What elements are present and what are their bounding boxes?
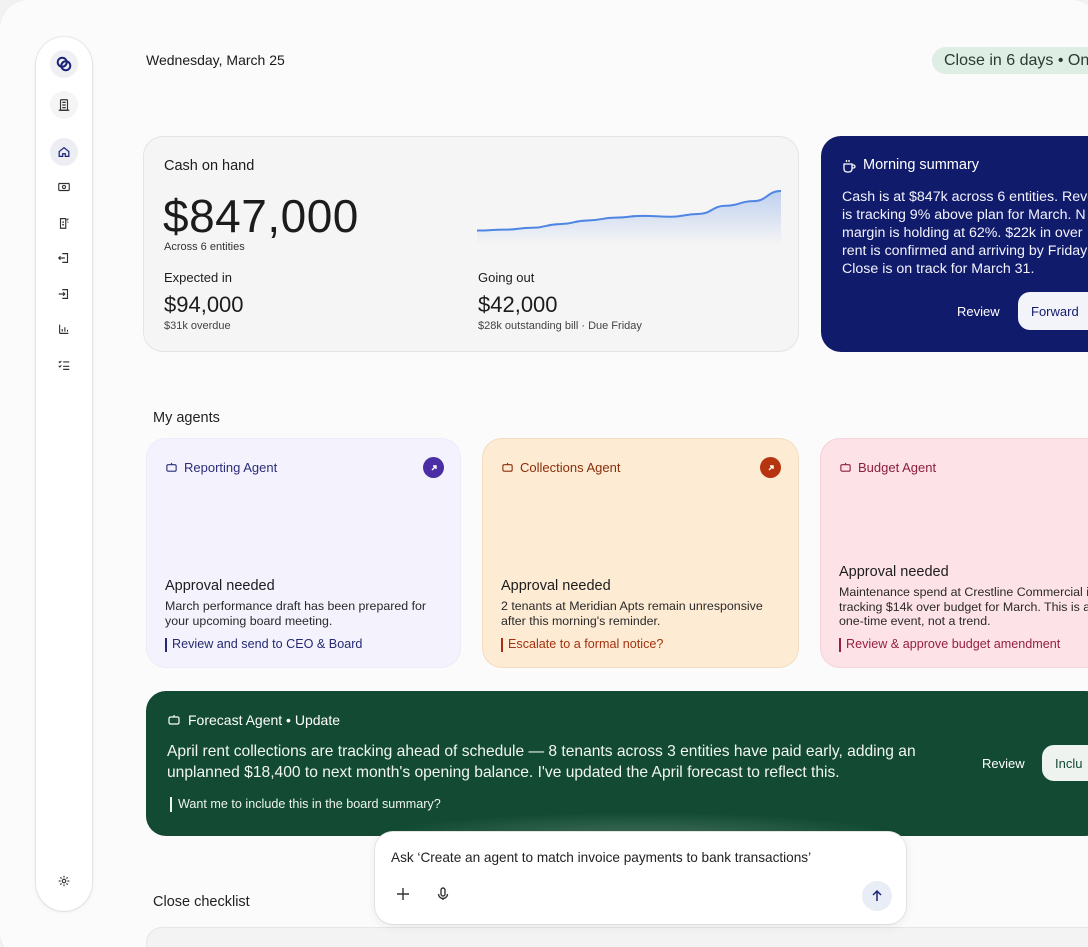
cash-label: Cash on hand bbox=[164, 158, 255, 174]
agent-name: Budget Agent bbox=[858, 460, 937, 475]
agent-action-link[interactable]: Review & approve budget amendment bbox=[839, 637, 1060, 652]
logo-icon[interactable] bbox=[50, 50, 78, 78]
send-button[interactable] bbox=[862, 881, 892, 911]
expected-in-label: Expected in bbox=[164, 270, 232, 285]
bar-chart-icon[interactable] bbox=[50, 315, 78, 343]
going-out-label: Going out bbox=[478, 270, 535, 285]
arrow-up-icon bbox=[872, 889, 882, 901]
agent-message: Maintenance spend at Crestline Commercia… bbox=[839, 585, 1088, 628]
outgoing-icon[interactable] bbox=[50, 244, 78, 272]
forecast-title: Forecast Agent • Update bbox=[188, 712, 340, 728]
agent-message: 2 tenants at Meridian Apts remain unresp… bbox=[501, 599, 763, 628]
cash-entities: Across 6 entities bbox=[164, 241, 245, 253]
checklist-icon[interactable] bbox=[50, 351, 78, 379]
agent-header: Collections Agent bbox=[501, 460, 620, 475]
robot-icon bbox=[502, 462, 513, 472]
robot-icon bbox=[168, 715, 180, 725]
agent-status: Approval needed bbox=[839, 564, 949, 580]
include-label: Inclu bbox=[1055, 755, 1083, 771]
arrow-up-right-icon bbox=[431, 464, 437, 470]
incoming-icon[interactable] bbox=[50, 280, 78, 308]
going-out-sub: $28k outstanding bill · Due Friday bbox=[478, 320, 642, 332]
building-icon[interactable] bbox=[50, 91, 78, 119]
forecast-question-link[interactable]: Want me to include this in the board sum… bbox=[170, 797, 441, 812]
agent-header: Budget Agent bbox=[839, 460, 936, 475]
forward-label: Forward bbox=[1031, 303, 1079, 319]
agent-message: March performance draft has been prepare… bbox=[165, 599, 427, 628]
sidebar bbox=[36, 37, 92, 911]
ask-composer[interactable]: Ask ‘Create an agent to match invoice pa… bbox=[375, 832, 906, 924]
app-frame: Wednesday, March 25 Close in 6 days • On… bbox=[0, 0, 1088, 947]
budget-agent-card[interactable]: Budget Agent Approval needed Maintenance… bbox=[820, 438, 1088, 668]
agent-name: Reporting Agent bbox=[184, 460, 278, 475]
forecast-header: Forecast Agent • Update bbox=[167, 712, 340, 728]
summary-forward-button[interactable]: Forward bbox=[1018, 292, 1088, 330]
going-out-value: $42,000 bbox=[478, 292, 558, 317]
forecast-include-button[interactable]: Inclu bbox=[1042, 745, 1088, 781]
sparkline-area bbox=[477, 191, 781, 245]
summary-review-button[interactable]: Review bbox=[957, 304, 1000, 319]
home-icon[interactable] bbox=[50, 138, 78, 166]
agent-action-link[interactable]: Escalate to a formal notice? bbox=[501, 637, 663, 652]
plus-icon[interactable] bbox=[395, 886, 411, 902]
composer-placeholder[interactable]: Ask ‘Create an agent to match invoice pa… bbox=[391, 850, 811, 865]
expected-in-sub: $31k overdue bbox=[164, 320, 231, 332]
collections-agent-card[interactable]: Collections Agent Approval needed 2 tena… bbox=[482, 438, 799, 668]
agent-status: Approval needed bbox=[501, 578, 611, 594]
summary-body: Cash is at $847k across 6 entities. Reve… bbox=[842, 189, 1088, 277]
forecast-message: April rent collections are tracking ahea… bbox=[167, 743, 916, 781]
invoice-edit-icon[interactable] bbox=[50, 209, 78, 237]
robot-icon bbox=[840, 462, 851, 472]
arrow-up-right-icon bbox=[768, 464, 774, 470]
cash-amount: $847,000 bbox=[163, 190, 359, 242]
forecast-review-button[interactable]: Review bbox=[982, 756, 1025, 771]
open-agent-button[interactable] bbox=[423, 457, 444, 478]
close-status-badge[interactable]: Close in 6 days • On bbox=[932, 47, 1088, 74]
cash-icon[interactable] bbox=[50, 173, 78, 201]
expected-in-value: $94,000 bbox=[164, 292, 244, 317]
agent-status: Approval needed bbox=[165, 578, 275, 594]
reporting-agent-card[interactable]: Reporting Agent Approval needed March pe… bbox=[146, 438, 461, 668]
page-date: Wednesday, March 25 bbox=[146, 52, 285, 68]
close-checklist-panel bbox=[146, 927, 1088, 947]
open-agent-button[interactable] bbox=[760, 457, 781, 478]
agent-header: Reporting Agent bbox=[165, 460, 277, 475]
coffee-icon bbox=[843, 160, 856, 173]
cash-trend-sparkline bbox=[477, 190, 781, 245]
my-agents-title: My agents bbox=[153, 410, 220, 426]
robot-icon bbox=[166, 462, 177, 472]
cash-on-hand-card: Cash on hand $847,000 Across 6 entities … bbox=[143, 136, 799, 352]
morning-summary-card: Morning summary Cash is at $847k across … bbox=[821, 136, 1088, 352]
agent-name: Collections Agent bbox=[520, 460, 621, 475]
gear-icon[interactable] bbox=[50, 867, 78, 895]
microphone-icon[interactable] bbox=[435, 886, 451, 902]
close-checklist-title: Close checklist bbox=[153, 894, 250, 910]
summary-title: Morning summary bbox=[863, 157, 980, 173]
agent-action-link[interactable]: Review and send to CEO & Board bbox=[165, 637, 362, 652]
